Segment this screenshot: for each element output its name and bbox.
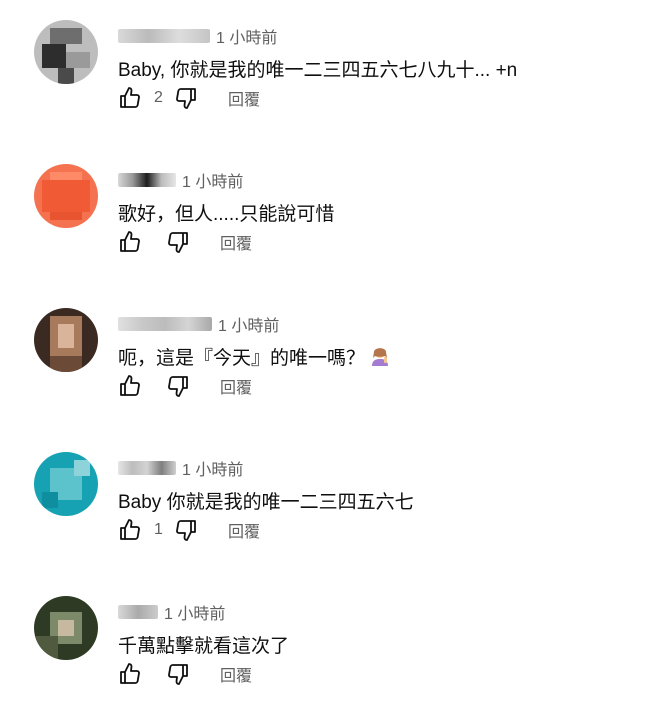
comment-item: 1 小時前 呃，這是『今天』的唯一嗎？ 回覆 [0, 288, 645, 432]
reply-button[interactable]: 回覆 [228, 86, 260, 110]
comment-actions: 2 回覆 [118, 82, 260, 114]
like-button[interactable] [118, 230, 142, 254]
avatar[interactable] [34, 452, 98, 516]
comment-text: Baby 你就是我的唯一二三四五六七 [118, 492, 414, 513]
comment-text: 呃，這是『今天』的唯一嗎？ [118, 345, 391, 373]
comment-actions: 回覆 [118, 370, 252, 402]
dislike-button[interactable] [166, 662, 190, 686]
like-count: 1 [154, 521, 163, 538]
like-count: 2 [154, 89, 163, 106]
thumbs-up-icon [120, 231, 140, 252]
author-name[interactable] [118, 605, 158, 619]
avatar[interactable] [34, 164, 98, 228]
avatar-image [34, 20, 98, 84]
avatar[interactable] [34, 308, 98, 372]
dislike-button[interactable] [174, 518, 198, 542]
thumbs-up-icon [120, 519, 140, 540]
comment-actions: 回覆 [118, 226, 252, 258]
comment-time[interactable]: 1 小時前 [182, 456, 243, 480]
author-name[interactable] [118, 461, 176, 475]
thumbs-down-icon [176, 88, 196, 109]
thumbs-down-icon [176, 520, 196, 541]
thumbs-down-icon [168, 232, 188, 253]
like-button[interactable] [118, 518, 142, 542]
avatar[interactable] [34, 596, 98, 660]
avatar-image [34, 308, 98, 372]
comment-actions: 1 回覆 [118, 514, 260, 546]
avatar-image [34, 596, 98, 660]
avatar-image [34, 452, 98, 516]
comment-item: 1 小時前 Baby, 你就是我的唯一二三四五六七八九十... +n 2 回覆 [0, 0, 645, 144]
thumbs-down-icon [168, 376, 188, 397]
comment-text: 歌好，但人.....只能說可惜 [118, 204, 335, 225]
thumbs-up-icon [120, 87, 140, 108]
comment-list: 1 小時前 Baby, 你就是我的唯一二三四五六七八九十... +n 2 回覆 [0, 0, 645, 714]
dislike-button[interactable] [174, 86, 198, 110]
dislike-button[interactable] [166, 230, 190, 254]
reply-button[interactable]: 回覆 [220, 230, 252, 254]
comment-time[interactable]: 1 小時前 [218, 312, 279, 336]
avatar-image [34, 164, 98, 228]
comment-item: 1 小時前 Baby 你就是我的唯一二三四五六七 1 回覆 [0, 432, 645, 576]
thumbs-up-icon [120, 375, 140, 396]
thumbs-down-icon [168, 664, 188, 685]
author-name[interactable] [118, 29, 210, 43]
thumbs-up-icon [120, 663, 140, 684]
reply-button[interactable]: 回覆 [228, 518, 260, 542]
comment-actions: 回覆 [118, 658, 252, 690]
comment-text-content: 呃，這是『今天』的唯一嗎？ [118, 348, 366, 369]
like-button[interactable] [118, 86, 142, 110]
avatar[interactable] [34, 20, 98, 84]
author-name[interactable] [118, 173, 176, 187]
comment-text: Baby, 你就是我的唯一二三四五六七八九十... +n [118, 60, 518, 81]
person-raising-hand-emoji [372, 348, 389, 366]
comment-time[interactable]: 1 小時前 [182, 168, 243, 192]
like-button[interactable] [118, 374, 142, 398]
comment-text: 千萬點擊就看這次了 [118, 636, 290, 657]
comment-item: 1 小時前 千萬點擊就看這次了 回覆 [0, 576, 645, 720]
reply-button[interactable]: 回覆 [220, 374, 252, 398]
reply-button[interactable]: 回覆 [220, 662, 252, 686]
comment-item: 1 小時前 歌好，但人.....只能說可惜 回覆 [0, 144, 645, 288]
comment-time[interactable]: 1 小時前 [164, 600, 225, 624]
like-button[interactable] [118, 662, 142, 686]
dislike-button[interactable] [166, 374, 190, 398]
author-name[interactable] [118, 317, 212, 331]
comment-time[interactable]: 1 小時前 [216, 24, 277, 48]
